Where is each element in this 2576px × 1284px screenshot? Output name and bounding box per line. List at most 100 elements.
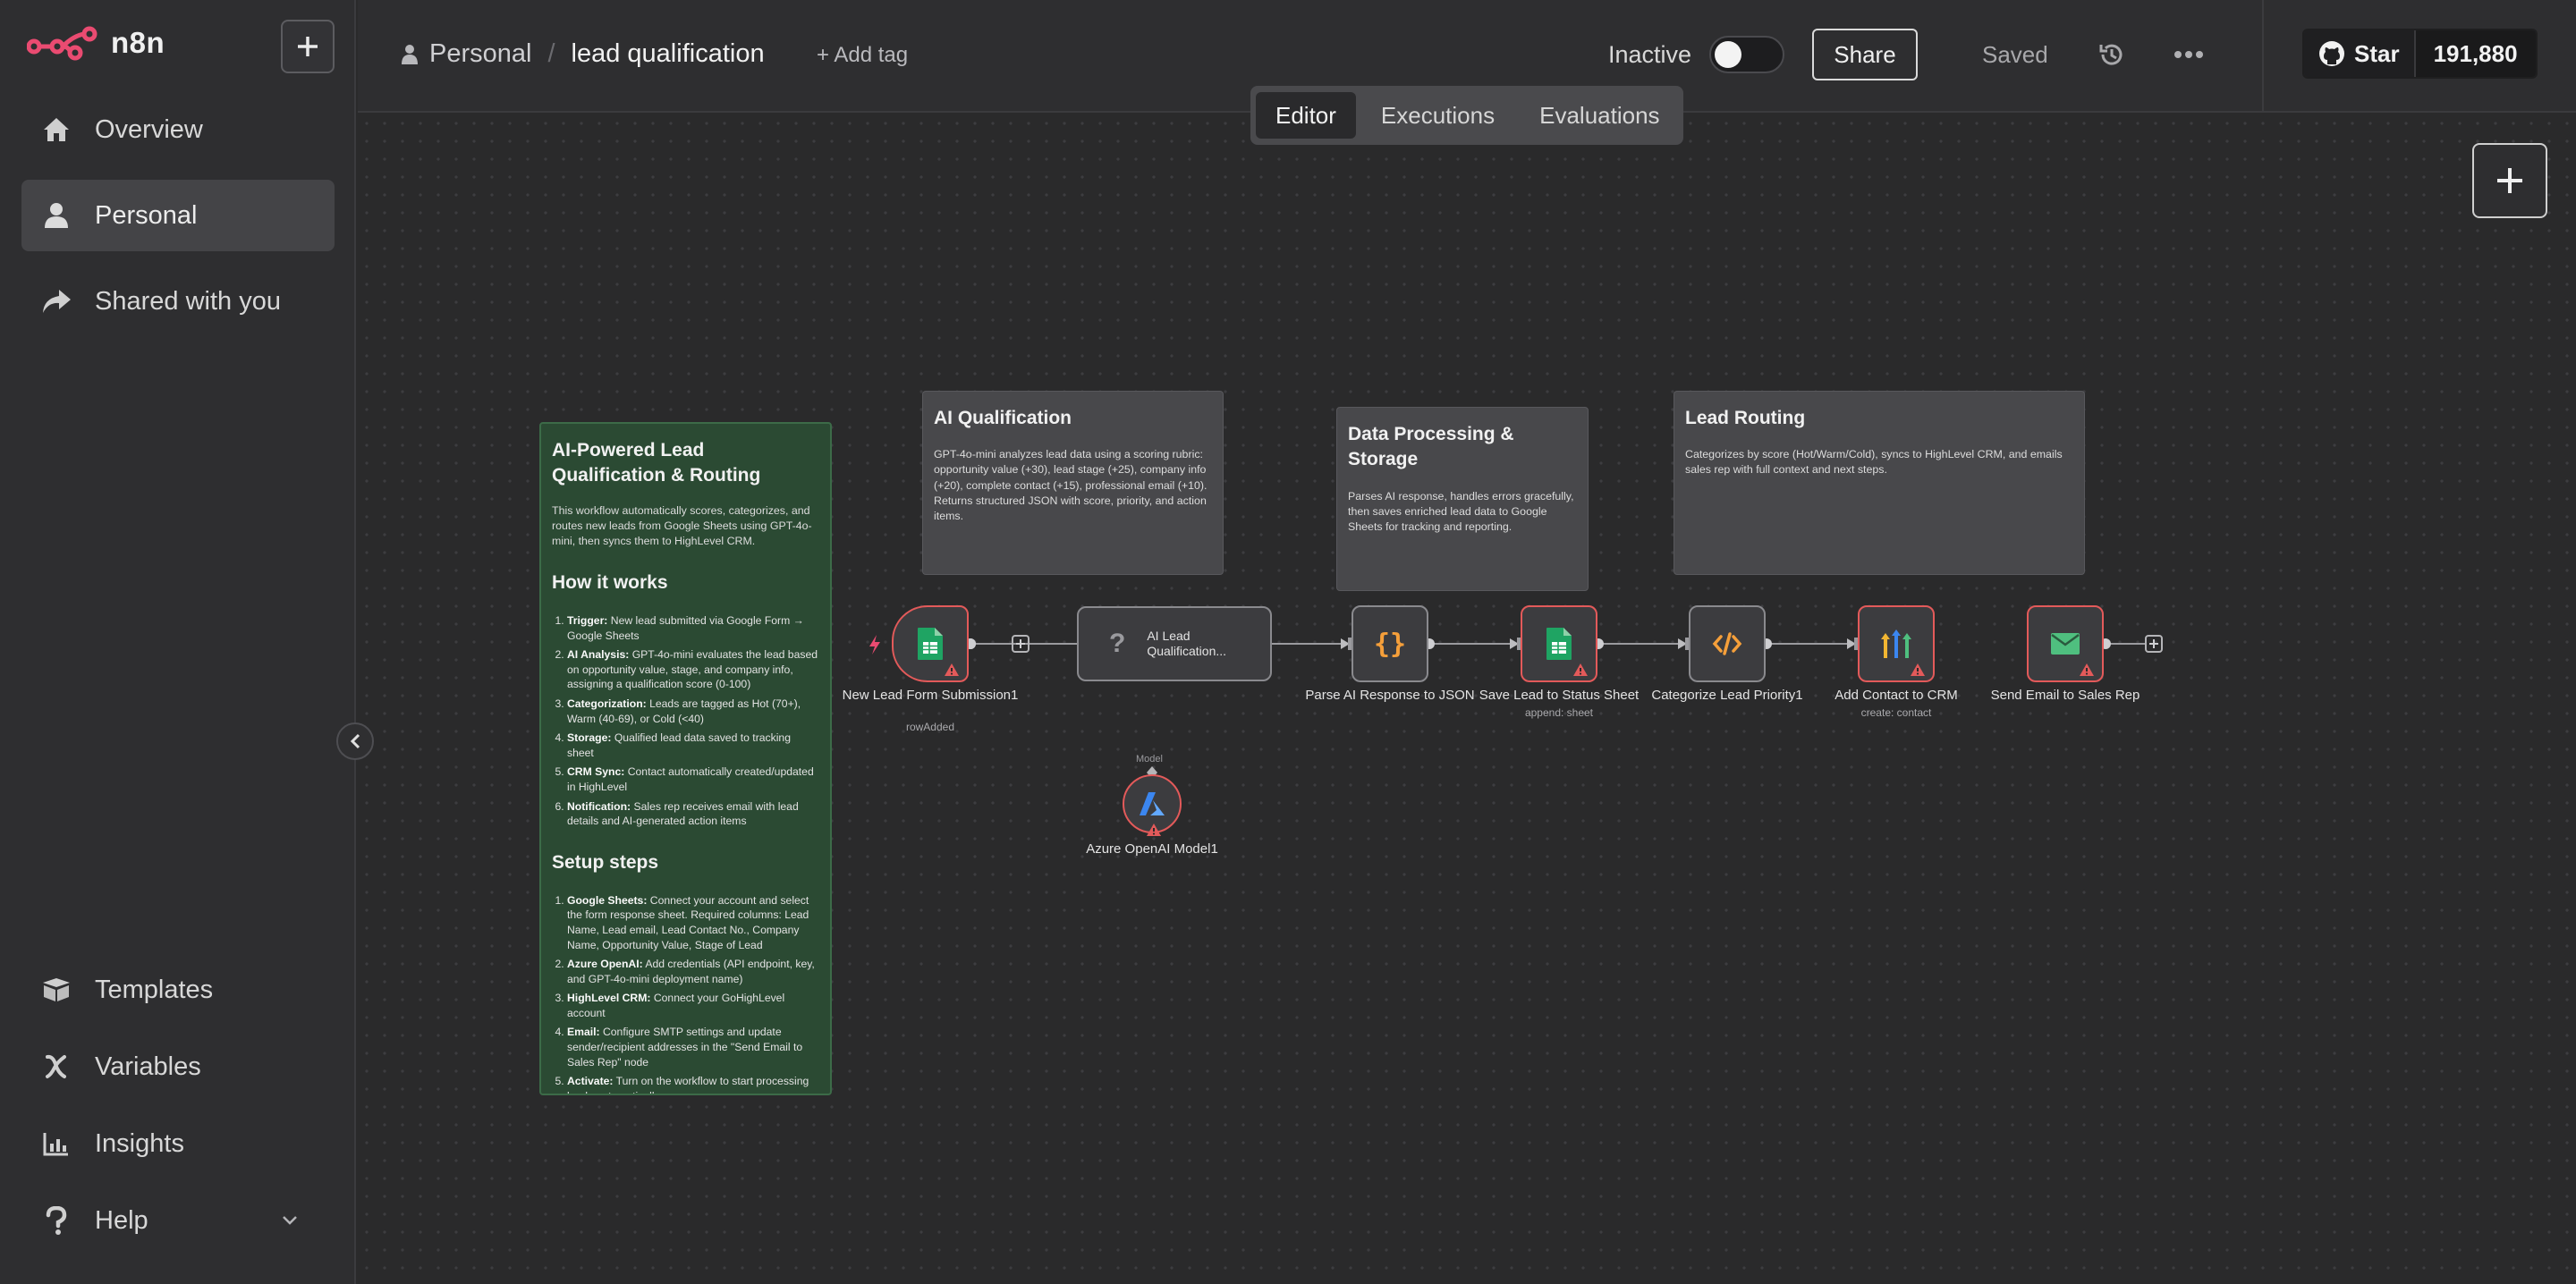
list-item-key: Google Sheets: (567, 893, 648, 907)
sticky-note-lead-routing[interactable]: Lead Routing Categorizes by score (Hot/W… (1674, 391, 2085, 575)
list-item: Google Sheets: Connect your account and … (567, 893, 819, 952)
activation-toggle-group: Inactive (1608, 36, 1785, 73)
sidebar-item-label: Templates (95, 975, 214, 1004)
active-toggle[interactable] (1709, 36, 1785, 73)
list-item: Email: Configure SMTP settings and updat… (567, 1025, 819, 1069)
sidebar-item-insights[interactable]: Insights (21, 1108, 335, 1179)
sidebar-item-shared[interactable]: Shared with you (21, 266, 335, 337)
sidebar-item-personal[interactable]: Personal (21, 180, 335, 251)
list-item-key: HighLevel CRM: (567, 992, 651, 1005)
workflow-name[interactable]: lead qualification (572, 39, 765, 69)
node-parse-ai-response[interactable]: {} (1352, 605, 1428, 682)
node-label: Send Email to Sales Rep (1990, 688, 2140, 703)
warning-icon (2080, 663, 2094, 676)
sidebar-item-label: Personal (95, 200, 198, 230)
setup-steps-list: Google Sheets: Connect your account and … (567, 893, 819, 1094)
node-label: Parse AI Response to JSON (1305, 688, 1475, 703)
sticky-body: GPT-4o-mini analyzes lead data using a s… (934, 448, 1208, 522)
sticky-title: Lead Routing (1685, 408, 1806, 428)
list-item: HighLevel CRM: Connect your GoHighLevel … (567, 991, 819, 1020)
warning-icon (1573, 663, 1588, 676)
list-item-key: Azure OpenAI: (567, 958, 643, 971)
node-azure-openai-model[interactable] (1123, 774, 1182, 836)
breadcrumb-project[interactable]: Personal (429, 39, 531, 69)
chart-icon (41, 1128, 72, 1159)
sidebar-item-label: Variables (95, 1052, 201, 1081)
sidebar-item-label: Overview (95, 114, 203, 144)
node-label: Add Contact to CRM (1835, 688, 1958, 703)
breadcrumb: Personal / lead qualification (401, 39, 765, 69)
list-item: Notification: Sales rep receives email w… (567, 799, 819, 829)
collapse-sidebar-button[interactable] (336, 722, 374, 760)
sidebar-item-label: Help (95, 1205, 148, 1235)
chevron-left-icon (350, 733, 360, 749)
app-name: n8n (111, 26, 165, 59)
node-save-lead-to-status-sheet[interactable] (1521, 605, 1597, 682)
setup-steps-heading: Setup steps (552, 851, 659, 873)
node-label: Azure OpenAI Model1 (1086, 841, 1218, 857)
list-item: Azure OpenAI: Add credentials (API endpo… (567, 957, 819, 986)
github-star-widget[interactable]: Star 191,880 (2302, 29, 2538, 79)
list-item-key: CRM Sync: (567, 765, 625, 779)
sidebar-item-variables[interactable]: Variables (21, 1031, 335, 1102)
sticky-note-data-processing[interactable]: Data Processing & Storage Parses AI resp… (1336, 407, 1589, 591)
home-icon (41, 114, 72, 145)
status-label: Inactive (1608, 40, 1692, 68)
email-icon (2051, 633, 2080, 655)
node-new-lead-form-submission[interactable] (892, 605, 969, 682)
n8n-logo[interactable]: n8n (27, 23, 165, 63)
trigger-bolt-icon (869, 635, 880, 655)
list-item: AI Analysis: GPT-4o-mini evaluates the l… (567, 647, 819, 692)
help-icon (41, 1205, 72, 1236)
node-categorize-lead-priority[interactable] (1689, 605, 1766, 682)
list-item-key: Email: (567, 1026, 600, 1039)
share-icon (41, 286, 72, 317)
chevron-down-icon[interactable] (281, 1214, 299, 1227)
n8n-logo-icon (27, 26, 97, 61)
how-it-works-heading: How it works (552, 572, 668, 594)
list-item-key: AI Analysis: (567, 648, 630, 662)
sidebar-item-overview[interactable]: Overview (21, 94, 335, 165)
add-tag-button[interactable]: + Add tag (817, 43, 908, 68)
node-send-email-to-sales-rep[interactable] (2027, 605, 2104, 682)
node-ai-lead-qualification[interactable]: ? AI Lead Qualification... (1077, 606, 1272, 681)
node-subtitle: append: sheet (1524, 706, 1594, 719)
sidebar: n8n Overview Personal Shared with you Te… (0, 0, 356, 1284)
create-new-button[interactable] (281, 20, 335, 73)
plus-icon (2497, 168, 2522, 193)
sidebar-item-label: Insights (95, 1128, 184, 1158)
node-add-contact-to-crm[interactable] (1858, 605, 1935, 682)
tab-editor[interactable]: Editor (1256, 92, 1356, 139)
code-braces-icon: {} (1373, 628, 1407, 660)
list-item-text: Configure SMTP settings and update sende… (567, 1026, 803, 1069)
more-options-icon[interactable] (2174, 50, 2204, 59)
sticky-title: AI-Powered Lead Qualification & Routing (552, 440, 761, 486)
sidebar-item-help[interactable]: Help (21, 1185, 335, 1256)
github-star-button[interactable]: Star (2304, 30, 2416, 77)
sticky-note-ai-qualification[interactable]: AI Qualification GPT-4o-mini analyzes le… (922, 391, 1224, 575)
node-subtitle: create: contact (1860, 706, 1932, 719)
node-subtitle: rowAdded (905, 721, 955, 733)
code-icon (1712, 632, 1742, 655)
header-divider (2262, 0, 2264, 113)
tab-executions[interactable]: Executions (1361, 92, 1514, 139)
sidebar-item-label: Shared with you (95, 286, 281, 316)
warning-icon (945, 663, 959, 676)
share-button[interactable]: Share (1812, 29, 1918, 80)
warning-icon (1911, 663, 1925, 676)
user-icon (402, 44, 418, 64)
github-icon (2319, 41, 2344, 66)
node-label: New Lead Form Submission1 (842, 688, 1019, 703)
sticky-note-overview[interactable]: AI-Powered Lead Qualification & Routing … (539, 422, 832, 1095)
sticky-body: Categorizes by score (Hot/Warm/Cold), sy… (1685, 448, 2063, 477)
list-item-key: Trigger: (567, 614, 608, 628)
azure-icon (1140, 792, 1165, 815)
unknown-node-icon: ? (1109, 629, 1126, 658)
tab-evaluations[interactable]: Evaluations (1520, 92, 1679, 139)
node-label: Save Lead to Status Sheet (1479, 688, 1640, 703)
node-label: AI Lead Qualification... (1147, 629, 1227, 658)
sidebar-item-templates[interactable]: Templates (21, 954, 335, 1026)
history-icon[interactable] (2097, 40, 2126, 69)
list-item-key: Notification: (567, 799, 631, 813)
add-node-button[interactable] (2472, 143, 2547, 218)
